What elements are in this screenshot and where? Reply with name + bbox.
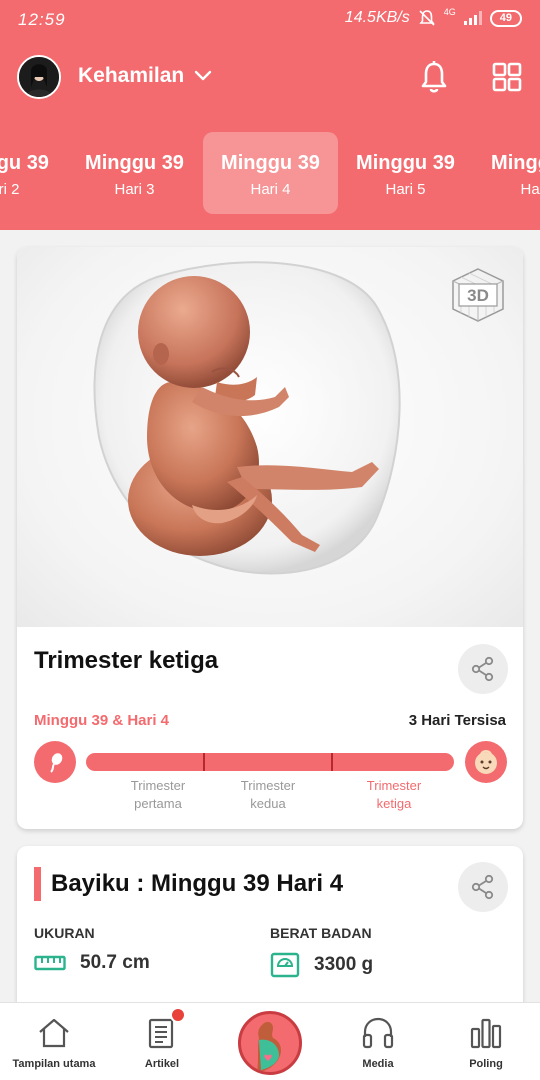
nav-label: Poling: [469, 1058, 503, 1070]
tab-day-label: Hari 2: [0, 181, 20, 198]
tab-week-label: Minggu 39: [221, 152, 320, 174]
nav-item-home[interactable]: Tampilan utama: [0, 1003, 108, 1080]
fetus-3d-view[interactable]: 3D: [17, 247, 523, 627]
trimester-progress-bar: [86, 753, 454, 771]
trimester-label-line: Trimester: [240, 778, 296, 793]
tab-week-39-day-2[interactable]: Minggu 39 Hari 2: [0, 132, 67, 214]
nav-item-poll[interactable]: Poling: [432, 1003, 540, 1080]
fetus-card: 3D Trimester ketiga Minggu 39 & Hari 4 3…: [17, 247, 523, 829]
nav-label: Tampilan utama: [12, 1058, 96, 1070]
sperm-icon: [34, 741, 76, 783]
trimester-label-line: pertama: [134, 796, 182, 811]
tab-day-label: Hari 6: [520, 181, 540, 198]
weight-label: BERAT BADAN: [270, 925, 372, 941]
bottom-navigation: Tampilan utama Artikel Media Poling: [0, 1002, 540, 1080]
days-remaining: 3 Hari Tersisa: [408, 712, 506, 729]
baby-face-icon: [465, 741, 507, 783]
nav-label: Media: [362, 1058, 394, 1070]
tab-week-39-day-3[interactable]: Minggu 39 Hari 3: [67, 132, 202, 214]
title-accent-bar: [34, 867, 41, 901]
trimester-divider: [203, 753, 205, 771]
ruler-icon: [34, 955, 66, 971]
status-time: 12:59: [18, 10, 66, 29]
3d-cube-icon[interactable]: 3D: [449, 265, 507, 323]
share-icon: [471, 874, 494, 900]
mute-bell-icon: [419, 10, 435, 26]
tab-week-label: Minggu 39: [0, 152, 49, 174]
trimester-label-line: kedua: [250, 796, 286, 811]
size-label: UKURAN: [34, 925, 95, 941]
trimester-label-first: Trimester pertama: [103, 777, 213, 813]
share-icon: [471, 656, 494, 682]
top-bar: Kehamilan: [0, 52, 540, 102]
trimester-title: Trimester ketiga: [34, 647, 219, 674]
size-value: 50.7 cm: [80, 952, 150, 973]
nav-label: Artikel: [144, 1058, 180, 1070]
nav-item-pregnancy[interactable]: [238, 1011, 302, 1075]
app-title: Kehamilan: [78, 64, 185, 87]
status-indicators: 14.5KB/s 4G 49: [344, 7, 522, 27]
trimester-label-line: Trimester: [366, 778, 422, 793]
3d-label: 3D: [467, 286, 489, 305]
tab-day-label: Hari 5: [385, 181, 426, 198]
tab-week-39-day-4[interactable]: Minggu 39 Hari 4: [203, 132, 338, 214]
notification-badge: [170, 1007, 186, 1023]
grid-menu-icon[interactable]: [492, 62, 522, 92]
network-speed: 14.5KB/s: [344, 9, 410, 26]
scale-icon: [270, 952, 300, 978]
share-button[interactable]: [458, 862, 508, 912]
network-type: 4G: [443, 7, 456, 17]
tab-day-label: Hari 3: [114, 181, 155, 198]
tab-day-label: Hari 4: [250, 181, 291, 198]
week-day-tabs: Minggu 39 Hari 2 Minggu 39 Hari 3 Minggu…: [0, 132, 540, 214]
battery-icon: 49: [489, 9, 522, 27]
current-week-day: Minggu 39 & Hari 4: [34, 712, 170, 729]
trimester-label-line: ketiga: [376, 796, 412, 811]
tab-week-label: Minggu 39: [356, 152, 455, 174]
baby-card-title: Bayiku : Minggu 39 Hari 4: [51, 870, 344, 897]
headphones-icon: [362, 1017, 394, 1049]
trimester-label-line: Trimester: [130, 778, 186, 793]
size-stat: 50.7 cm: [34, 952, 150, 974]
tab-week-label: Minggu 39: [491, 152, 540, 174]
status-bar: 12:59 14.5KB/s 4G 49: [0, 0, 540, 38]
avatar[interactable]: [17, 55, 61, 99]
baby-card-heading: Bayiku : Minggu 39 Hari 4: [34, 866, 343, 902]
fetus-illustration: [93, 261, 401, 575]
trimester-divider: [331, 753, 333, 771]
bell-icon[interactable]: [416, 59, 452, 95]
nav-item-media[interactable]: Media: [324, 1003, 432, 1080]
trimester-label-second: Trimester kedua: [213, 777, 323, 813]
poll-icon: [470, 1018, 502, 1049]
signal-icon: [463, 11, 482, 25]
weight-stat: 3300 g: [270, 952, 373, 978]
share-button[interactable]: [458, 644, 508, 694]
baby-info-card: Bayiku : Minggu 39 Hari 4 UKURAN 50.7 cm…: [17, 846, 523, 1026]
chevron-down-icon: [195, 70, 212, 81]
home-icon: [39, 1018, 69, 1048]
weight-value: 3300 g: [314, 954, 374, 975]
tab-week-39-day-6[interactable]: Minggu 39 Hari 6: [473, 132, 540, 214]
nav-item-articles[interactable]: Artikel: [108, 1003, 216, 1080]
trimester-label-third: Trimester ketiga: [339, 777, 449, 813]
app-title-dropdown[interactable]: Kehamilan: [78, 64, 212, 88]
tab-week-label: Minggu 39: [85, 152, 184, 174]
pregnancy-icon: [257, 1021, 281, 1072]
app-header: 12:59 14.5KB/s 4G 49 Kehamilan Minggu 39…: [0, 0, 540, 230]
tab-week-39-day-5[interactable]: Minggu 39 Hari 5: [338, 132, 473, 214]
